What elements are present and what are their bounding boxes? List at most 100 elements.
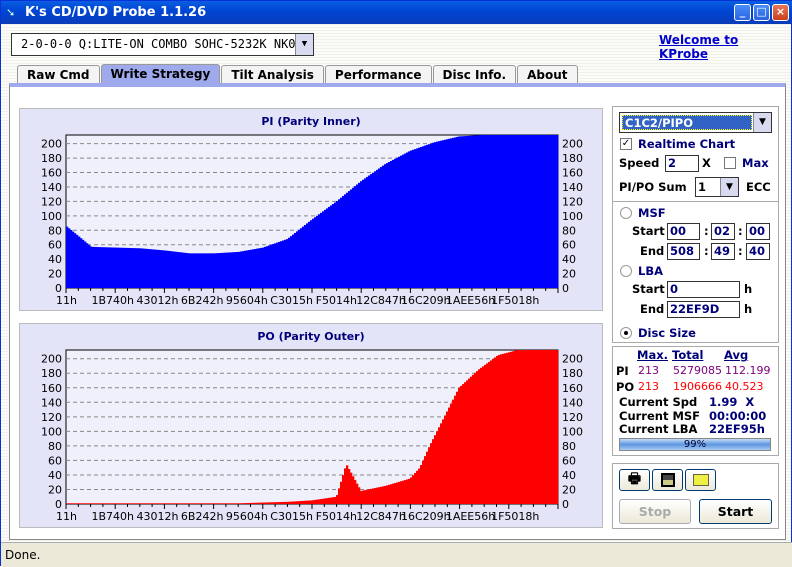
max-checkbox[interactable]	[724, 157, 736, 169]
bar	[180, 252, 183, 288]
po-chart: PO (Parity Outer) 0 0 20 20 40 40 60 60 80 80 100 1…	[19, 323, 603, 528]
bar	[396, 157, 399, 288]
welcome-link[interactable]: Welcome to KProbe	[659, 33, 791, 61]
bar	[88, 503, 91, 504]
bar	[256, 248, 259, 288]
tab-raw-cmd[interactable]: Raw Cmd	[17, 65, 100, 84]
y-tick-label-right: 180	[562, 367, 583, 380]
bar	[426, 451, 429, 504]
chevron-down-icon[interactable]: ▼	[753, 113, 771, 132]
bar	[466, 135, 469, 288]
y-tick-label-right: 140	[562, 181, 583, 194]
bar	[248, 502, 251, 504]
bar	[516, 135, 519, 288]
bar	[414, 149, 417, 288]
bar	[304, 225, 307, 288]
bar	[378, 487, 381, 504]
y-tick-label: 140	[41, 181, 62, 194]
bar	[298, 501, 301, 504]
bar	[348, 468, 351, 504]
bar	[416, 148, 419, 288]
bar	[68, 228, 71, 288]
lba-start-input[interactable]: 0	[667, 281, 740, 298]
app-icon: ➘	[6, 6, 16, 19]
bar	[66, 503, 69, 504]
bar	[226, 503, 229, 504]
lba-radio[interactable]	[620, 265, 632, 277]
bar	[540, 135, 543, 288]
start-button[interactable]: Start	[699, 499, 772, 524]
bar	[478, 369, 481, 504]
drive-select[interactable]: 2-0-0-0 Q:LITE-ON COMBO SOHC-5232K NK07 ▼	[11, 33, 314, 56]
bar	[270, 502, 273, 504]
bar	[216, 253, 219, 288]
tab-disc-info[interactable]: Disc Info.	[432, 65, 517, 84]
mode-select[interactable]: C1C2/PIPO ▼	[619, 112, 772, 133]
msf-start-sec[interactable]: 02	[711, 223, 735, 240]
x-tick-label: 12C847h	[356, 294, 406, 307]
bar	[554, 350, 557, 504]
tab-performance[interactable]: Performance	[324, 65, 432, 84]
sum-select[interactable]: 1 ▼	[695, 177, 739, 197]
y-tick-label-right: 60	[562, 454, 576, 467]
bar	[242, 503, 245, 504]
lba-end-input[interactable]: 22EF9D	[667, 301, 740, 318]
msf-end-frame[interactable]: 40	[746, 243, 770, 260]
bar	[212, 253, 215, 288]
bar	[110, 503, 113, 504]
colon: :	[704, 224, 709, 238]
bar	[490, 135, 493, 288]
bar	[150, 503, 153, 504]
bar	[342, 475, 345, 504]
bar	[432, 142, 435, 288]
bar	[428, 447, 431, 504]
current-spd-value: 1.99 X	[709, 395, 755, 409]
bar	[292, 234, 295, 288]
msf-start-frame[interactable]: 00	[746, 223, 770, 240]
maximize-button[interactable]: □	[753, 4, 770, 21]
msf-end-sec[interactable]: 49	[711, 243, 735, 260]
bar	[544, 350, 547, 504]
tab-write-strategy[interactable]: Write Strategy	[100, 64, 221, 84]
bar	[500, 135, 503, 288]
bar	[384, 164, 387, 288]
bar	[394, 158, 397, 288]
speed-input[interactable]: 2	[665, 155, 699, 172]
colon: :	[738, 224, 743, 238]
bar	[250, 502, 253, 504]
msf-end-min[interactable]: 508	[667, 243, 700, 260]
y-tick-label-right: 60	[562, 239, 576, 252]
close-button[interactable]: ×	[772, 4, 789, 21]
bar	[438, 141, 441, 288]
bar	[346, 192, 349, 288]
minimize-button[interactable]: _	[734, 4, 751, 21]
disc-size-radio[interactable]	[620, 327, 632, 339]
save-button[interactable]	[652, 469, 683, 491]
bar	[288, 501, 291, 504]
stop-button[interactable]: Stop	[619, 499, 691, 524]
realtime-chart-checkbox[interactable]: ✓	[620, 138, 632, 150]
msf-start-min[interactable]: 00	[667, 223, 700, 240]
bar	[236, 252, 239, 288]
msf-radio[interactable]	[620, 207, 632, 219]
bar	[100, 503, 103, 504]
bar	[112, 503, 115, 504]
bar	[150, 249, 153, 288]
bar	[492, 358, 495, 504]
open-button[interactable]	[685, 469, 716, 491]
bar	[454, 137, 457, 288]
bar	[86, 503, 89, 504]
tab-about[interactable]: About	[517, 65, 578, 84]
bar	[552, 350, 555, 504]
y-tick-label: 100	[41, 210, 62, 223]
y-tick-label: 60	[48, 454, 62, 467]
chevron-down-icon[interactable]: ▼	[720, 178, 738, 196]
tab-tilt-analysis[interactable]: Tilt Analysis	[221, 65, 324, 84]
chevron-down-icon[interactable]: ▼	[295, 34, 313, 55]
bar	[472, 374, 475, 504]
title-bar: ➘ K's CD/DVD Probe 1.1.26 _ □ ×	[1, 1, 792, 24]
bar	[194, 253, 197, 288]
print-button[interactable]: 🖶	[619, 469, 650, 491]
bar	[126, 247, 129, 288]
bar	[330, 205, 333, 288]
